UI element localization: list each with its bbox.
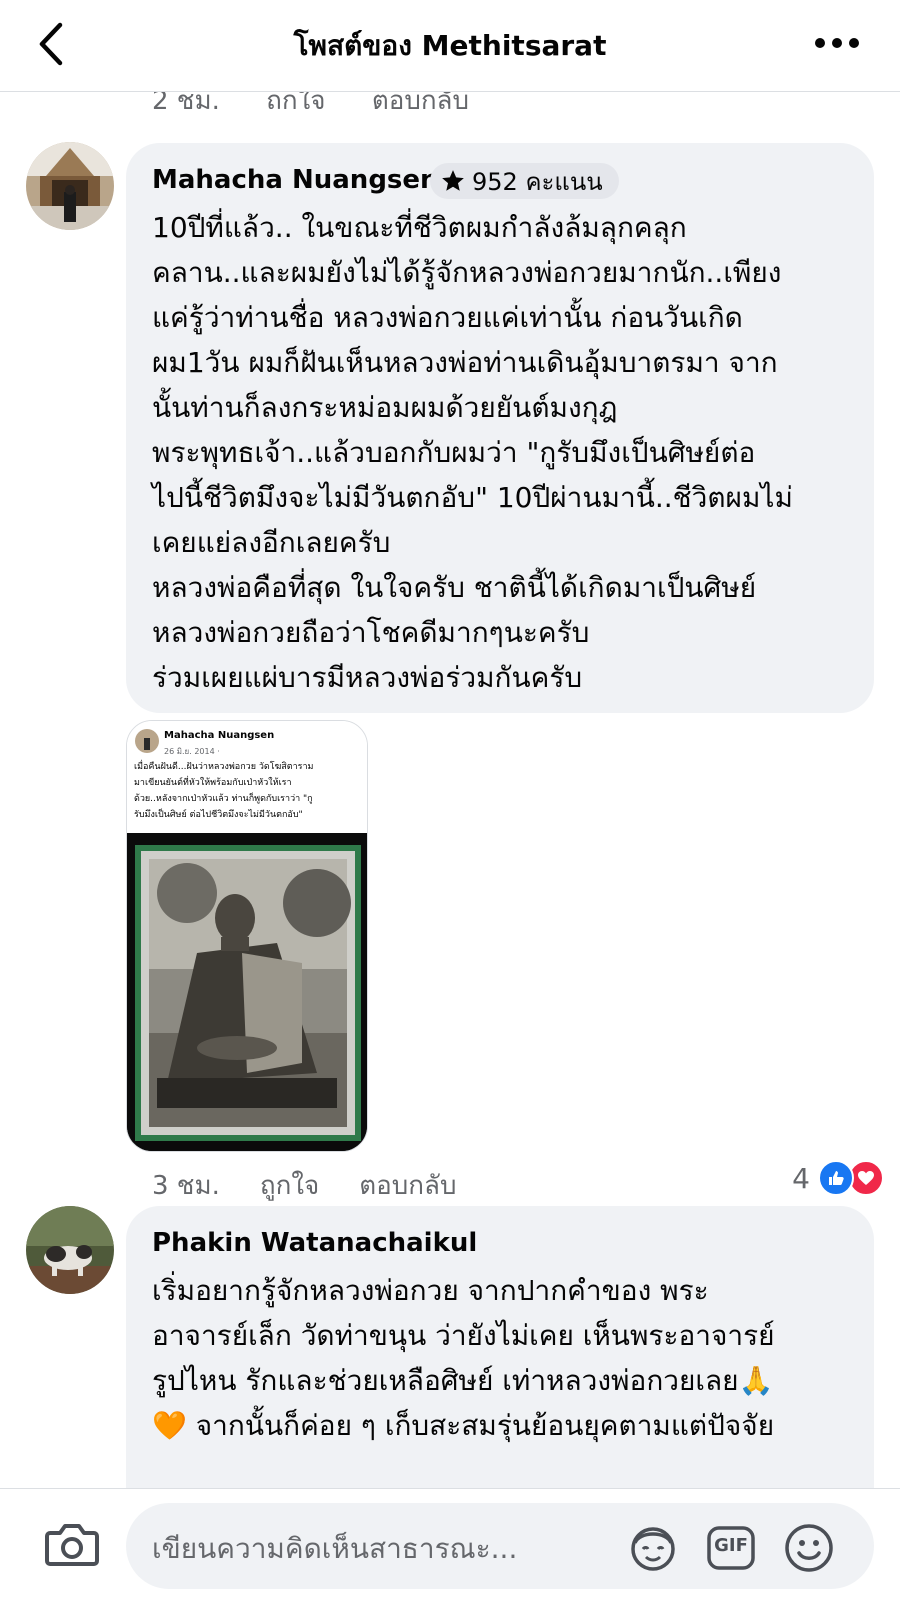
attachment-line: รับมึงเป็นศิษย์ ต่อไปชีวิตมึงจะไม่มีวันต… (134, 810, 303, 820)
emoji-button[interactable] (782, 1521, 836, 1575)
points-badge-label: 952 คะแนน (472, 167, 603, 196)
comment-line: พระพุทธเจ้า..แล้วบอกกับผมว่า "กูรับมึงเป… (152, 436, 756, 469)
comment-line: แค่รู้ว่าท่านชื่อ หลวงพ่อกวยแค่เท่านั้น … (152, 301, 743, 334)
comment-bubble: Mahacha Nuangsen 952 คะแนน 10ปีที่แล้ว..… (126, 143, 874, 713)
attachment-text: เมื่อคืนฝันดี...ฝันว่าหลวงพ่อกวย วัดโฆสิ… (134, 759, 364, 823)
avatar[interactable] (26, 1206, 114, 1294)
reaction-count: 4 (792, 1161, 810, 1195)
emoji-icon (785, 1524, 833, 1572)
star-icon (442, 170, 464, 191)
avatar[interactable] (26, 142, 114, 230)
page-title: โพสต์ของ Methitsarat (293, 29, 607, 62)
attachment-line: เมื่อคืนฝันดี...ฝันว่าหลวงพ่อกวย วัดโฆสิ… (134, 762, 314, 772)
attachment-post-header: Mahacha Nuangsen 26 มิ.ย. 2014 · เมื่อคื… (127, 721, 367, 833)
reply-button[interactable]: ตอบกลับ (359, 1165, 456, 1206)
reaction-summary[interactable]: 4 (792, 1160, 884, 1196)
comment-line: 10ปีที่แล้ว.. ในขณะที่ชีวิตผมกำลังล้มลุก… (152, 211, 687, 244)
comment-composer: เขียนความคิดเห็นสาธารณะ... GIF (0, 1488, 900, 1600)
comment-input[interactable]: เขียนความคิดเห็นสาธารณะ... GIF (126, 1503, 874, 1589)
comment-line: เริ่มอยากรู้จักหลวงพ่อกวย จากปากคำของ พร… (152, 1274, 709, 1307)
avatar-sticker-button[interactable] (626, 1521, 680, 1575)
comment-line: ผม1วัน ผมก็ฝันเห็นหลวงพ่อท่านเดินอุ้มบาต… (152, 346, 778, 379)
comment-line: นั้นท่านก็ลงกระหม่อมผมด้วยยันต์มงกุฎ (152, 391, 618, 424)
comment-line: อาจารย์เล็ก วัดท่าขนุน ว่ายังไม่เคย เห็น… (152, 1319, 775, 1352)
comment-bubble: Phakin Watanachaikul เริ่มอยากรู้จักหลวง… (126, 1206, 874, 1526)
comment-line: ไปนี้ชีวิตมึงจะไม่มีวันตกอับ" 10ปีผ่านมา… (152, 481, 793, 514)
attachment-line: ด้วย..หลังจากเป่าหัวแล้ว ท่านก็พูดกับเรา… (134, 794, 313, 804)
comment-author[interactable]: Mahacha Nuangsen (152, 165, 439, 195)
gif-label: GIF (714, 1535, 748, 1556)
comment-line: ร่วมเผยแผ่บารมีหลวงพ่อร่วมกันครับ (152, 661, 583, 694)
attachment-date: 26 มิ.ย. 2014 · (164, 747, 220, 756)
monk-photo (127, 833, 367, 1151)
comment-actions: 3 ชม. ถูกใจ ตอบกลับ (152, 1165, 496, 1206)
like-button[interactable]: ถูกใจ (260, 1165, 319, 1206)
comment-line: 🧡 จากนั้นก็ค่อย ๆ เก็บสะสมรุ่นย้อนยุคตาม… (152, 1409, 775, 1442)
comment-line: คลาน..และผมยังไม่ได้รู้จักหลวงพ่อกวยมากน… (152, 256, 782, 289)
comment-line: เคยแย่ลงอีกเลยครับ (152, 526, 391, 559)
dog-avatar-icon (26, 1206, 114, 1294)
monk-photo-icon (127, 833, 367, 1151)
attachment-author: Mahacha Nuangsen (164, 730, 275, 741)
comment-input-placeholder: เขียนความคิดเห็นสาธารณะ... (152, 1532, 518, 1565)
more-options-button[interactable] (812, 30, 862, 60)
comment-line: หลวงพ่อกวยถือว่าโชคดีมากๆนะครับ (152, 616, 590, 649)
more-dots-icon (815, 38, 859, 48)
attachment-avatar-icon (135, 729, 159, 753)
avatar-sticker-icon (631, 1527, 675, 1571)
comment-attachment-image[interactable]: Mahacha Nuangsen 26 มิ.ย. 2014 · เมื่อคื… (126, 720, 368, 1152)
comment-line: รูปไหน รักและช่วยเหลือศิษย์ เท่าหลวงพ่อก… (152, 1364, 774, 1397)
top-bar: โพสต์ของ Methitsarat (0, 0, 900, 92)
temple-avatar-icon (26, 142, 114, 230)
like-icon (818, 1160, 854, 1196)
camera-button[interactable] (44, 1519, 100, 1569)
attachment-line: มาเขียนยันต์ที่หัวให้พร้อมกับเป่าหัวให้เ… (134, 778, 292, 788)
comment-time: 3 ชม. (152, 1171, 220, 1201)
gif-button[interactable]: GIF (704, 1521, 758, 1575)
comment-text: 10ปีที่แล้ว.. ในขณะที่ชีวิตผมกำลังล้มลุก… (152, 205, 854, 700)
comment-line: หลวงพ่อคือที่สุด ในใจครับ ชาตินี้ได้เกิด… (152, 571, 757, 604)
points-badge: 952 คะแนน (430, 163, 619, 199)
comment-text: เริ่มอยากรู้จักหลวงพ่อกวย จากปากคำของ พร… (152, 1268, 854, 1448)
comment-author[interactable]: Phakin Watanachaikul (152, 1228, 477, 1258)
camera-icon (45, 1524, 99, 1566)
